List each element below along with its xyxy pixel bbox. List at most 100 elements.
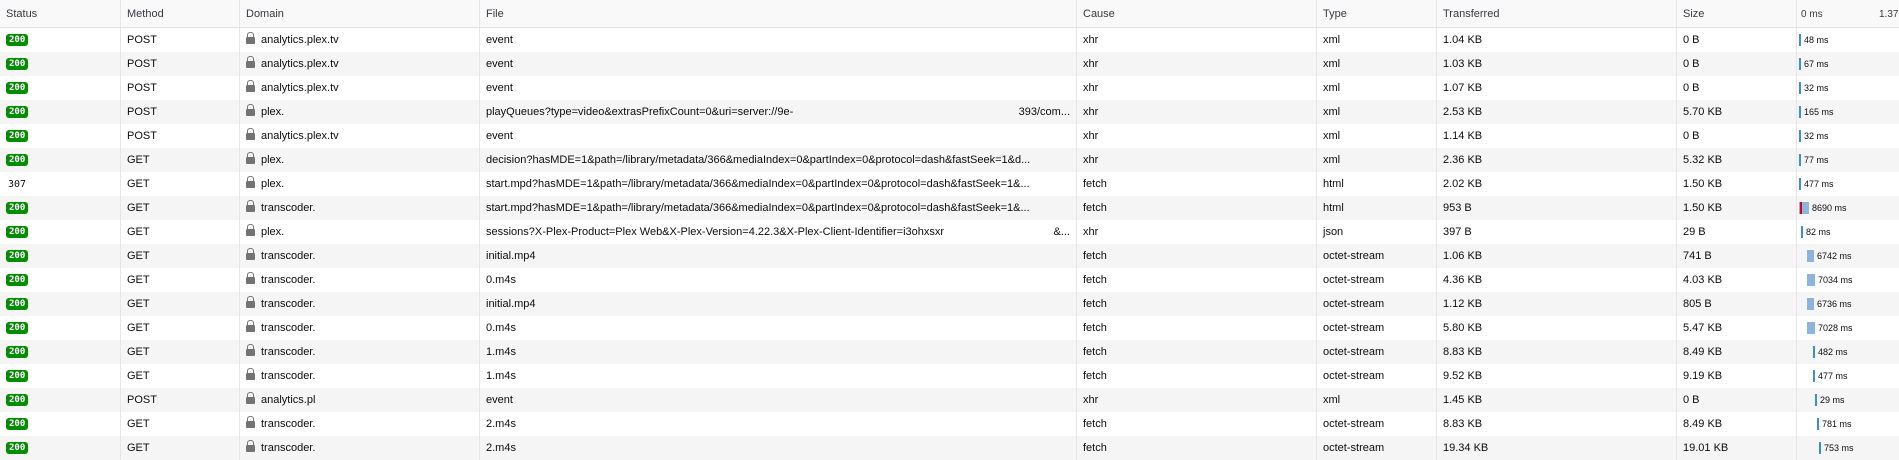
method-cell: GET	[121, 340, 240, 364]
waterfall-cell: 753 ms	[1797, 436, 1899, 460]
status-cell: 200	[0, 124, 121, 148]
table-row[interactable]: 200 POST analytics.plex.tv event xhr xml 1.04 …	[0, 28, 1899, 52]
waterfall-cell: 482 ms	[1797, 340, 1899, 364]
timing-label: 82 ms	[1806, 227, 1831, 237]
table-row[interactable]: 200 GET transcoder. 1.m4s fetch octet-stream 8…	[0, 340, 1899, 364]
waterfall-cell: 781 ms	[1797, 412, 1899, 436]
type-cell: octet-stream	[1317, 364, 1437, 388]
waterfall-start-label: 0 ms	[1801, 8, 1823, 20]
timing-bar	[1799, 82, 1801, 94]
type-cell: xml	[1317, 76, 1437, 100]
table-header: Status Method Domain File Cause Type Tra…	[0, 0, 1899, 28]
size-cell: 0 B	[1677, 388, 1797, 412]
file-text: event	[486, 34, 513, 46]
size-cell: 1.50 KB	[1677, 196, 1797, 220]
transferred-cell: 397 B	[1437, 220, 1677, 244]
table-row[interactable]: 200 GET transcoder. 0.m4s fetch octet-stream 5…	[0, 316, 1899, 340]
domain-cell: analytics.plex.tv	[240, 124, 480, 148]
column-header-size[interactable]: Size	[1677, 0, 1797, 27]
domain-text: transcoder.	[261, 322, 316, 334]
transferred-cell: 1.03 KB	[1437, 52, 1677, 76]
cause-cell: fetch	[1077, 172, 1317, 196]
lock-icon	[246, 439, 255, 453]
table-row[interactable]: 200 GET transcoder. initial.mp4 fetch octet-s…	[0, 244, 1899, 268]
timing-bar	[1807, 274, 1815, 286]
waterfall-cell: 77 ms	[1797, 148, 1899, 172]
lock-icon	[246, 391, 255, 405]
column-header-transferred[interactable]: Transferred	[1437, 0, 1677, 27]
waterfall-cell: 7034 ms	[1797, 268, 1899, 292]
domain-cell: transcoder.	[240, 244, 480, 268]
table-row[interactable]: 200 POST analytics.pl event xhr xml 1.45 KB 0 B…	[0, 388, 1899, 412]
column-header-cause[interactable]: Cause	[1077, 0, 1317, 27]
status-cell: 200	[0, 28, 121, 52]
table-row[interactable]: 200 GET transcoder. 1.m4s fetch octet-stream 9…	[0, 364, 1899, 388]
table-row[interactable]: 200 GET transcoder. 2.m4s fetch octet-stream 1…	[0, 436, 1899, 460]
type-cell: octet-stream	[1317, 412, 1437, 436]
timing-label: 32 ms	[1804, 83, 1829, 93]
domain-cell: analytics.plex.tv	[240, 28, 480, 52]
file-text: 1.m4s	[486, 346, 516, 358]
column-header-file[interactable]: File	[480, 0, 1077, 27]
size-cell: 805 B	[1677, 292, 1797, 316]
lock-icon	[246, 271, 255, 285]
status-badge: 200	[6, 130, 29, 142]
timing-label: 7028 ms	[1818, 323, 1853, 333]
file-text: 0.m4s	[486, 274, 516, 286]
status-cell: 200	[0, 388, 121, 412]
status-cell: 200	[0, 436, 121, 460]
table-row[interactable]: 200 GET transcoder. start.mpd?hasMDE=1&path…	[0, 196, 1899, 220]
lock-icon	[246, 367, 255, 381]
waterfall-cell: 477 ms	[1797, 364, 1899, 388]
status-cell: 200	[0, 244, 121, 268]
column-header-method[interactable]: Method	[121, 0, 240, 27]
timing-bar	[1807, 250, 1814, 262]
file-text-tail: &...	[1053, 226, 1070, 238]
size-cell: 4.03 KB	[1677, 268, 1797, 292]
table-row[interactable]: 307 GET plex. start.mpd?hasMDE=1&path=/libr…	[0, 172, 1899, 196]
size-cell: 0 B	[1677, 28, 1797, 52]
domain-cell: analytics.plex.tv	[240, 76, 480, 100]
method-cell: GET	[121, 292, 240, 316]
lock-icon	[246, 175, 255, 189]
file-text: decision?hasMDE=1&path=/library/metadata…	[486, 154, 1031, 166]
status-cell: 200	[0, 292, 121, 316]
transferred-cell: 2.53 KB	[1437, 100, 1677, 124]
table-row[interactable]: 200 GET transcoder. 0.m4s fetch octet-stream 4…	[0, 268, 1899, 292]
table-row[interactable]: 200 POST analytics.plex.tv event xhr xml 1.07 …	[0, 76, 1899, 100]
column-header-status[interactable]: Status	[0, 0, 121, 27]
domain-text: transcoder.	[261, 250, 316, 262]
timing-label: 482 ms	[1818, 347, 1848, 357]
column-header-waterfall[interactable]: 0 ms 1.37	[1797, 0, 1899, 27]
domain-cell: plex.	[240, 220, 480, 244]
table-row[interactable]: 200 GET transcoder. initial.mp4 fetch octet-s…	[0, 292, 1899, 316]
transferred-cell: 9.52 KB	[1437, 364, 1677, 388]
transferred-cell: 1.12 KB	[1437, 292, 1677, 316]
file-cell: 1.m4s	[480, 340, 1077, 364]
column-header-type[interactable]: Type	[1317, 0, 1437, 27]
timing-label: 781 ms	[1822, 419, 1852, 429]
status-badge: 307	[8, 178, 27, 190]
table-row[interactable]: 200 GET plex. sessions?X-Plex-Product=Plex …	[0, 220, 1899, 244]
table-row[interactable]: 200 POST analytics.plex.tv event xhr xml 1.03 …	[0, 52, 1899, 76]
domain-text: plex.	[261, 106, 285, 118]
timing-label: 165 ms	[1804, 107, 1834, 117]
transferred-cell: 4.36 KB	[1437, 268, 1677, 292]
timing-label: 6736 ms	[1817, 299, 1852, 309]
timing-label: 8690 ms	[1812, 203, 1847, 213]
table-row[interactable]: 200 GET plex. decision?hasMDE=1&path=/libra…	[0, 148, 1899, 172]
cause-cell: fetch	[1077, 316, 1317, 340]
table-row[interactable]: 200 POST analytics.plex.tv event xhr xml 1.14 …	[0, 124, 1899, 148]
timing-label: 29 ms	[1820, 395, 1845, 405]
table-row[interactable]: 200 GET transcoder. 2.m4s fetch octet-stream 8…	[0, 412, 1899, 436]
table-row[interactable]: 200 POST plex. playQueues?type=video&extras…	[0, 100, 1899, 124]
timing-label: 32 ms	[1804, 131, 1829, 141]
timing-label: 477 ms	[1818, 371, 1848, 381]
transferred-cell: 1.14 KB	[1437, 124, 1677, 148]
column-header-domain[interactable]: Domain	[240, 0, 480, 27]
type-cell: xml	[1317, 148, 1437, 172]
status-cell: 307	[0, 172, 121, 196]
size-cell: 8.49 KB	[1677, 412, 1797, 436]
file-text: start.mpd?hasMDE=1&path=/library/metadat…	[486, 178, 1030, 190]
file-text: event	[486, 394, 513, 406]
